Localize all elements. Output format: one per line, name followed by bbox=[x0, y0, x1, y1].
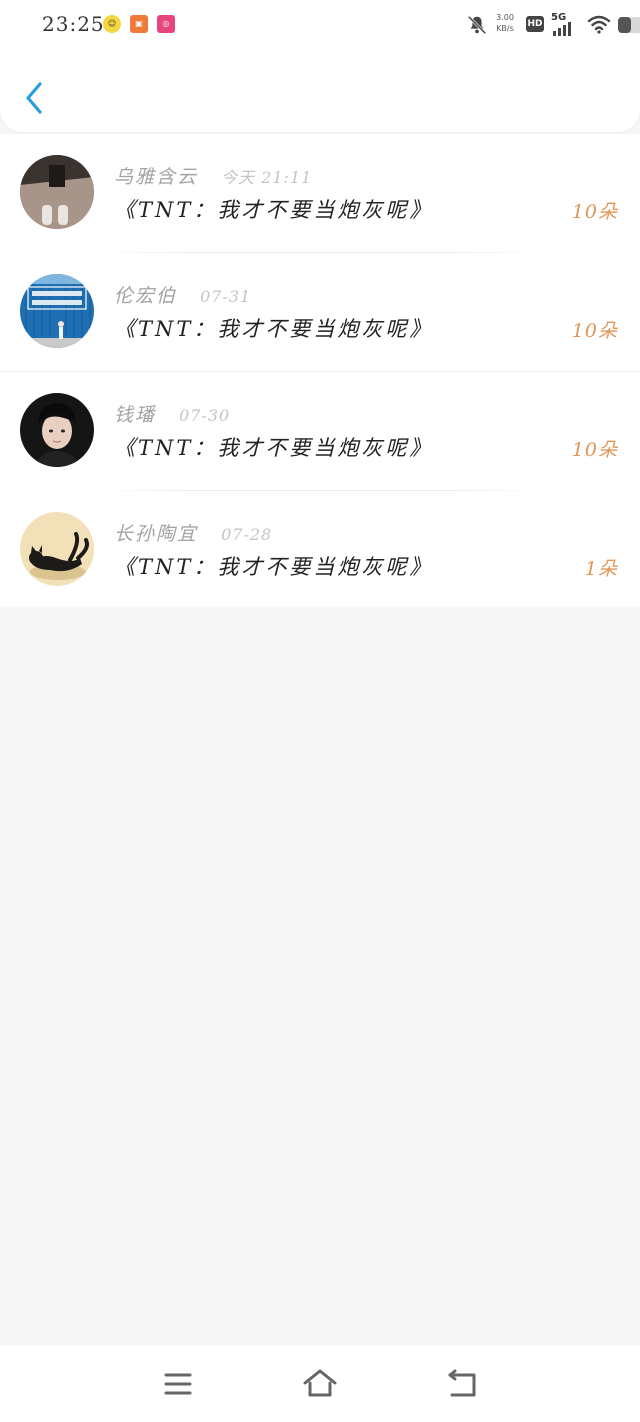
bell-muted-icon bbox=[467, 15, 487, 35]
system-nav-bar bbox=[0, 1346, 640, 1422]
chevron-left-icon bbox=[26, 82, 42, 114]
net-speed-unit: KB/s bbox=[496, 24, 514, 33]
book-title[interactable]: 《TNT：我才不要当炮灰呢》 bbox=[114, 313, 433, 343]
time: 今天 21:11 bbox=[221, 168, 313, 187]
gift-amount: 10朵 bbox=[571, 439, 618, 461]
gift-amount: 10朵 bbox=[571, 201, 618, 223]
back-button[interactable] bbox=[16, 76, 56, 120]
gift-amount: 10朵 bbox=[571, 320, 618, 342]
book-title[interactable]: 《TNT：我才不要当炮灰呢》 bbox=[114, 432, 433, 462]
back-icon[interactable] bbox=[442, 1366, 482, 1402]
list-item[interactable]: 钱璠 07-30 《TNT：我才不要当炮灰呢》 10朵 bbox=[0, 372, 640, 491]
time: 07-28 bbox=[221, 525, 273, 544]
name-line: 长孙陶宜 07-28 bbox=[114, 519, 272, 546]
username[interactable]: 长孙陶宜 bbox=[114, 523, 198, 545]
book-title[interactable]: 《TNT：我才不要当炮灰呢》 bbox=[114, 551, 433, 581]
signal-icon bbox=[553, 22, 571, 36]
battery-icon bbox=[618, 17, 640, 33]
username[interactable]: 钱璠 bbox=[114, 404, 156, 426]
header-card: 23:25 ☺ ▣ ◎ 3.00 KB/s HD 5G bbox=[0, 0, 640, 132]
net-speed: 3.00 KB/s bbox=[491, 12, 519, 34]
time: 07-30 bbox=[179, 406, 231, 425]
store-app-icon: ▣ bbox=[130, 15, 148, 33]
username[interactable]: 乌雅含云 bbox=[114, 166, 198, 188]
list-item[interactable]: 伦宏伯 07-31 《TNT：我才不要当炮灰呢》 10朵 bbox=[0, 253, 640, 372]
name-line: 钱璠 07-30 bbox=[114, 400, 230, 427]
home-icon[interactable] bbox=[300, 1366, 340, 1402]
time: 07-31 bbox=[200, 287, 252, 306]
username[interactable]: 伦宏伯 bbox=[114, 285, 177, 307]
wifi-icon bbox=[587, 15, 611, 34]
hd-badge: HD bbox=[526, 16, 544, 32]
notification-app-icon: ☺ bbox=[103, 15, 121, 33]
net-speed-value: 3.00 bbox=[496, 13, 514, 22]
name-line: 乌雅含云 今天 21:11 bbox=[114, 162, 312, 189]
name-line: 伦宏伯 07-31 bbox=[114, 281, 251, 308]
avatar bbox=[20, 393, 94, 467]
avatar bbox=[20, 274, 94, 348]
weibo-app-icon: ◎ bbox=[157, 15, 175, 33]
avatar bbox=[20, 512, 94, 586]
avatar bbox=[20, 155, 94, 229]
status-time: 23:25 bbox=[42, 12, 105, 36]
list-item[interactable]: 乌雅含云 今天 21:11 《TNT：我才不要当炮灰呢》 10朵 bbox=[0, 134, 640, 253]
gift-record-list: 乌雅含云 今天 21:11 《TNT：我才不要当炮灰呢》 10朵 伦宏伯 07-… bbox=[0, 134, 640, 607]
book-title[interactable]: 《TNT：我才不要当炮灰呢》 bbox=[114, 194, 433, 224]
gift-amount: 1朵 bbox=[584, 558, 618, 580]
menu-icon[interactable] bbox=[158, 1366, 198, 1402]
list-item[interactable]: 长孙陶宜 07-28 《TNT：我才不要当炮灰呢》 1朵 bbox=[0, 491, 640, 607]
